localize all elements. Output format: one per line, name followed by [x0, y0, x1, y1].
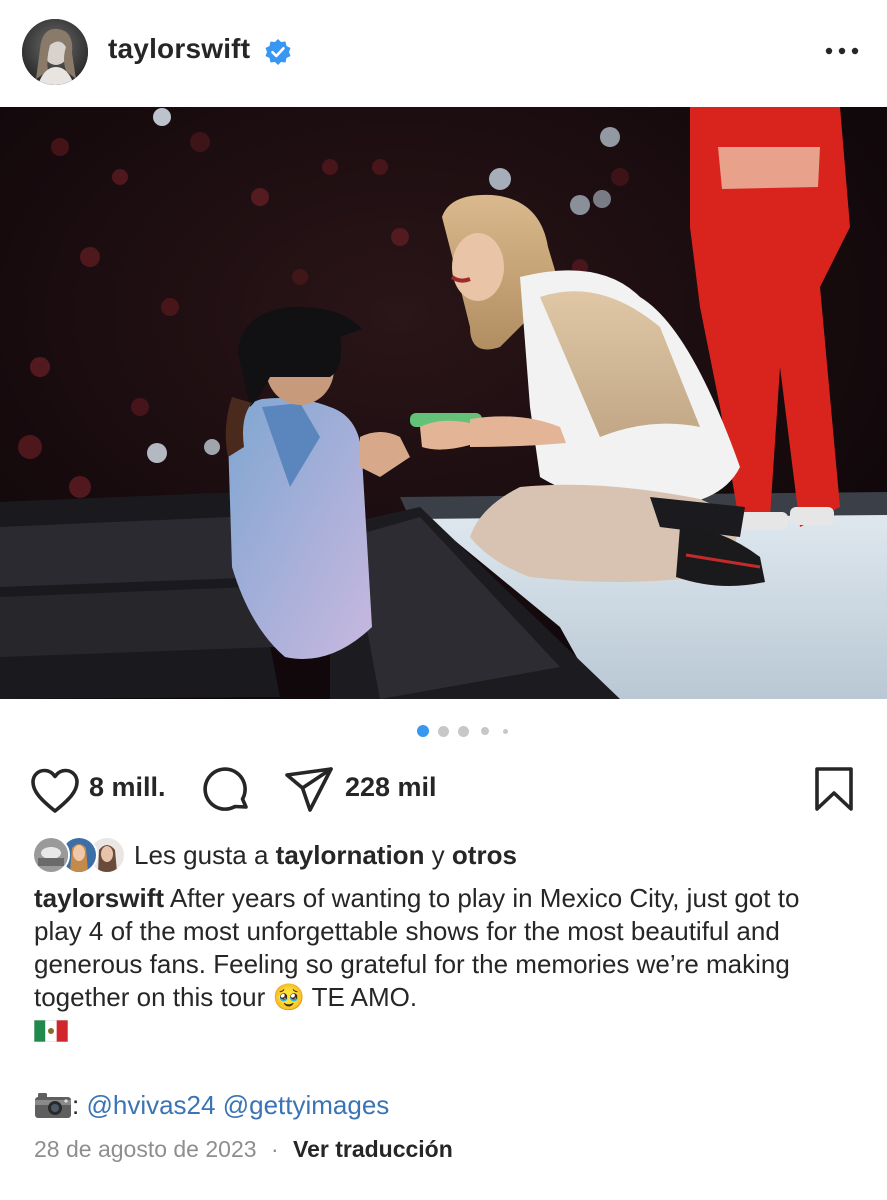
post-header: taylorswift: [0, 0, 887, 107]
carousel-dot: [481, 727, 489, 735]
post-photo[interactable]: [0, 107, 887, 699]
verified-badge-icon: [265, 39, 291, 65]
action-bar: 8 mill. 228 mil: [0, 760, 887, 820]
liked-by-others[interactable]: otros: [452, 840, 517, 870]
carousel-dot: [417, 725, 429, 737]
bookmark-icon[interactable]: [812, 766, 856, 814]
heart-icon[interactable]: [30, 768, 80, 814]
mexico-flag-icon: [34, 1020, 68, 1042]
camera-icon: [35, 1093, 71, 1118]
post-footer: 28 de agosto de 2023 · Ver traducción: [34, 1136, 453, 1163]
like-count[interactable]: 8 mill.: [89, 772, 166, 803]
mention-hvivas24[interactable]: @hvivas24: [86, 1090, 215, 1120]
caption-closing: TE AMO.: [311, 982, 418, 1012]
carousel-dot: [438, 726, 449, 737]
caption-emoji: 🥹: [272, 982, 305, 1012]
carousel-dot: [503, 729, 508, 734]
profile-avatar[interactable]: [22, 19, 88, 85]
comment-icon[interactable]: [202, 766, 252, 816]
more-options-icon[interactable]: [822, 36, 862, 66]
liker-avatar: [32, 836, 70, 874]
liker-username[interactable]: taylornation: [276, 840, 425, 870]
see-translation-link[interactable]: Ver traducción: [293, 1136, 453, 1162]
photo-credit: : @hvivas24 @gettyimages: [34, 1090, 389, 1121]
carousel-dot: [458, 726, 469, 737]
caption-author[interactable]: taylorswift: [34, 883, 164, 913]
paper-plane-icon[interactable]: [284, 766, 334, 814]
mention-gettyimages[interactable]: @gettyimages: [223, 1090, 390, 1120]
post-caption: taylorswift After years of wanting to pl…: [34, 882, 854, 1047]
share-count[interactable]: 228 mil: [345, 772, 437, 803]
liked-by-row[interactable]: Les gusta a taylornation y otros: [32, 836, 852, 876]
post-date: 28 de agosto de 2023: [34, 1136, 257, 1162]
carousel-indicator: [0, 722, 887, 740]
username[interactable]: taylorswift: [108, 33, 250, 65]
footer-separator: ·: [270, 1136, 279, 1162]
liked-by-text: Les gusta a taylornation y otros: [134, 840, 517, 870]
